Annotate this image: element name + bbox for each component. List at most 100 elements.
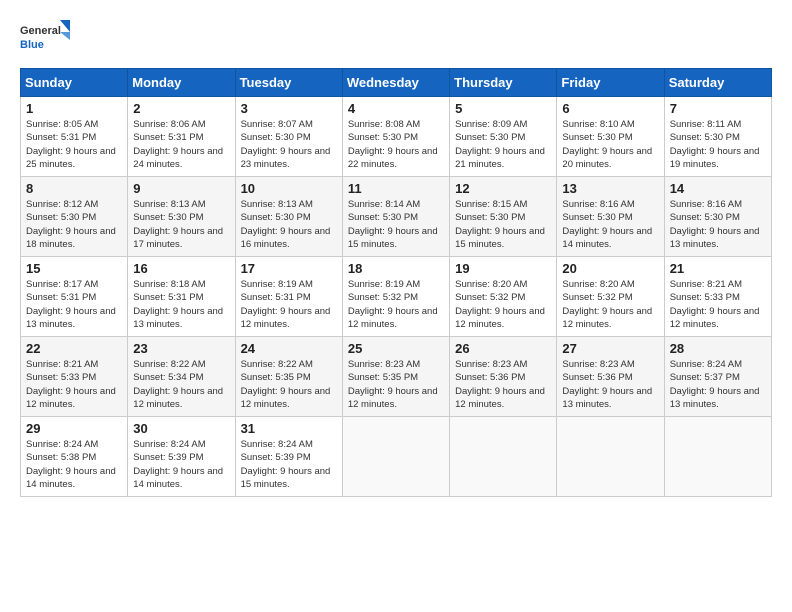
day-number: 6 — [562, 101, 658, 116]
logo-svg: General Blue — [20, 18, 70, 58]
day-number: 2 — [133, 101, 229, 116]
day-info: Sunrise: 8:12 AMSunset: 5:30 PMDaylight:… — [26, 199, 116, 250]
calendar-cell: 18 Sunrise: 8:19 AMSunset: 5:32 PMDaylig… — [342, 257, 449, 337]
calendar-cell: 20 Sunrise: 8:20 AMSunset: 5:32 PMDaylig… — [557, 257, 664, 337]
day-number: 22 — [26, 341, 122, 356]
day-info: Sunrise: 8:24 AMSunset: 5:37 PMDaylight:… — [670, 359, 760, 410]
day-number: 8 — [26, 181, 122, 196]
day-number: 21 — [670, 261, 766, 276]
calendar-cell — [342, 417, 449, 497]
day-info: Sunrise: 8:06 AMSunset: 5:31 PMDaylight:… — [133, 119, 223, 170]
calendar-week-row: 8 Sunrise: 8:12 AMSunset: 5:30 PMDayligh… — [21, 177, 772, 257]
calendar-cell: 5 Sunrise: 8:09 AMSunset: 5:30 PMDayligh… — [450, 97, 557, 177]
day-number: 7 — [670, 101, 766, 116]
calendar-cell: 19 Sunrise: 8:20 AMSunset: 5:32 PMDaylig… — [450, 257, 557, 337]
calendar-cell: 25 Sunrise: 8:23 AMSunset: 5:35 PMDaylig… — [342, 337, 449, 417]
weekday-header: Sunday — [21, 69, 128, 97]
day-number: 23 — [133, 341, 229, 356]
day-info: Sunrise: 8:16 AMSunset: 5:30 PMDaylight:… — [670, 199, 760, 250]
page-header: General Blue — [20, 18, 772, 58]
calendar-cell: 12 Sunrise: 8:15 AMSunset: 5:30 PMDaylig… — [450, 177, 557, 257]
calendar-cell: 8 Sunrise: 8:12 AMSunset: 5:30 PMDayligh… — [21, 177, 128, 257]
calendar-header-row: SundayMondayTuesdayWednesdayThursdayFrid… — [21, 69, 772, 97]
weekday-header: Tuesday — [235, 69, 342, 97]
day-number: 10 — [241, 181, 337, 196]
calendar-cell: 9 Sunrise: 8:13 AMSunset: 5:30 PMDayligh… — [128, 177, 235, 257]
day-number: 1 — [26, 101, 122, 116]
calendar-cell — [450, 417, 557, 497]
day-number: 31 — [241, 421, 337, 436]
day-info: Sunrise: 8:24 AMSunset: 5:39 PMDaylight:… — [241, 439, 331, 490]
calendar-week-row: 22 Sunrise: 8:21 AMSunset: 5:33 PMDaylig… — [21, 337, 772, 417]
calendar-cell — [664, 417, 771, 497]
calendar-cell: 15 Sunrise: 8:17 AMSunset: 5:31 PMDaylig… — [21, 257, 128, 337]
day-info: Sunrise: 8:10 AMSunset: 5:30 PMDaylight:… — [562, 119, 652, 170]
day-info: Sunrise: 8:20 AMSunset: 5:32 PMDaylight:… — [562, 279, 652, 330]
calendar-cell: 24 Sunrise: 8:22 AMSunset: 5:35 PMDaylig… — [235, 337, 342, 417]
calendar-cell: 13 Sunrise: 8:16 AMSunset: 5:30 PMDaylig… — [557, 177, 664, 257]
day-number: 26 — [455, 341, 551, 356]
calendar-cell: 21 Sunrise: 8:21 AMSunset: 5:33 PMDaylig… — [664, 257, 771, 337]
calendar-week-row: 15 Sunrise: 8:17 AMSunset: 5:31 PMDaylig… — [21, 257, 772, 337]
day-number: 28 — [670, 341, 766, 356]
calendar-cell: 7 Sunrise: 8:11 AMSunset: 5:30 PMDayligh… — [664, 97, 771, 177]
calendar-cell: 3 Sunrise: 8:07 AMSunset: 5:30 PMDayligh… — [235, 97, 342, 177]
day-number: 24 — [241, 341, 337, 356]
calendar-cell: 10 Sunrise: 8:13 AMSunset: 5:30 PMDaylig… — [235, 177, 342, 257]
page-container: General Blue SundayMondayTuesdayWednesda… — [0, 0, 792, 507]
day-number: 4 — [348, 101, 444, 116]
day-info: Sunrise: 8:22 AMSunset: 5:34 PMDaylight:… — [133, 359, 223, 410]
calendar-cell — [557, 417, 664, 497]
day-info: Sunrise: 8:14 AMSunset: 5:30 PMDaylight:… — [348, 199, 438, 250]
calendar-cell: 6 Sunrise: 8:10 AMSunset: 5:30 PMDayligh… — [557, 97, 664, 177]
day-info: Sunrise: 8:22 AMSunset: 5:35 PMDaylight:… — [241, 359, 331, 410]
day-info: Sunrise: 8:24 AMSunset: 5:39 PMDaylight:… — [133, 439, 223, 490]
day-number: 13 — [562, 181, 658, 196]
calendar-cell: 23 Sunrise: 8:22 AMSunset: 5:34 PMDaylig… — [128, 337, 235, 417]
day-info: Sunrise: 8:17 AMSunset: 5:31 PMDaylight:… — [26, 279, 116, 330]
svg-text:General: General — [20, 25, 61, 37]
day-number: 9 — [133, 181, 229, 196]
day-info: Sunrise: 8:20 AMSunset: 5:32 PMDaylight:… — [455, 279, 545, 330]
day-number: 12 — [455, 181, 551, 196]
calendar-cell: 11 Sunrise: 8:14 AMSunset: 5:30 PMDaylig… — [342, 177, 449, 257]
day-info: Sunrise: 8:09 AMSunset: 5:30 PMDaylight:… — [455, 119, 545, 170]
day-info: Sunrise: 8:19 AMSunset: 5:32 PMDaylight:… — [348, 279, 438, 330]
day-info: Sunrise: 8:24 AMSunset: 5:38 PMDaylight:… — [26, 439, 116, 490]
day-info: Sunrise: 8:23 AMSunset: 5:36 PMDaylight:… — [455, 359, 545, 410]
day-info: Sunrise: 8:11 AMSunset: 5:30 PMDaylight:… — [670, 119, 760, 170]
svg-text:Blue: Blue — [20, 39, 44, 51]
logo: General Blue — [20, 18, 70, 58]
day-info: Sunrise: 8:13 AMSunset: 5:30 PMDaylight:… — [133, 199, 223, 250]
calendar-cell: 31 Sunrise: 8:24 AMSunset: 5:39 PMDaylig… — [235, 417, 342, 497]
day-info: Sunrise: 8:21 AMSunset: 5:33 PMDaylight:… — [670, 279, 760, 330]
day-info: Sunrise: 8:16 AMSunset: 5:30 PMDaylight:… — [562, 199, 652, 250]
calendar-cell: 2 Sunrise: 8:06 AMSunset: 5:31 PMDayligh… — [128, 97, 235, 177]
calendar-week-row: 1 Sunrise: 8:05 AMSunset: 5:31 PMDayligh… — [21, 97, 772, 177]
day-number: 3 — [241, 101, 337, 116]
day-number: 30 — [133, 421, 229, 436]
calendar-cell: 30 Sunrise: 8:24 AMSunset: 5:39 PMDaylig… — [128, 417, 235, 497]
day-number: 18 — [348, 261, 444, 276]
weekday-header: Monday — [128, 69, 235, 97]
calendar-cell: 16 Sunrise: 8:18 AMSunset: 5:31 PMDaylig… — [128, 257, 235, 337]
day-info: Sunrise: 8:13 AMSunset: 5:30 PMDaylight:… — [241, 199, 331, 250]
day-info: Sunrise: 8:05 AMSunset: 5:31 PMDaylight:… — [26, 119, 116, 170]
calendar-cell: 29 Sunrise: 8:24 AMSunset: 5:38 PMDaylig… — [21, 417, 128, 497]
day-info: Sunrise: 8:07 AMSunset: 5:30 PMDaylight:… — [241, 119, 331, 170]
day-info: Sunrise: 8:23 AMSunset: 5:35 PMDaylight:… — [348, 359, 438, 410]
calendar-cell: 22 Sunrise: 8:21 AMSunset: 5:33 PMDaylig… — [21, 337, 128, 417]
day-info: Sunrise: 8:23 AMSunset: 5:36 PMDaylight:… — [562, 359, 652, 410]
calendar-cell: 17 Sunrise: 8:19 AMSunset: 5:31 PMDaylig… — [235, 257, 342, 337]
day-number: 25 — [348, 341, 444, 356]
day-number: 29 — [26, 421, 122, 436]
day-number: 16 — [133, 261, 229, 276]
calendar-cell: 28 Sunrise: 8:24 AMSunset: 5:37 PMDaylig… — [664, 337, 771, 417]
calendar-cell: 27 Sunrise: 8:23 AMSunset: 5:36 PMDaylig… — [557, 337, 664, 417]
weekday-header: Wednesday — [342, 69, 449, 97]
calendar-cell: 14 Sunrise: 8:16 AMSunset: 5:30 PMDaylig… — [664, 177, 771, 257]
weekday-header: Saturday — [664, 69, 771, 97]
day-number: 5 — [455, 101, 551, 116]
calendar-cell: 4 Sunrise: 8:08 AMSunset: 5:30 PMDayligh… — [342, 97, 449, 177]
day-number: 20 — [562, 261, 658, 276]
